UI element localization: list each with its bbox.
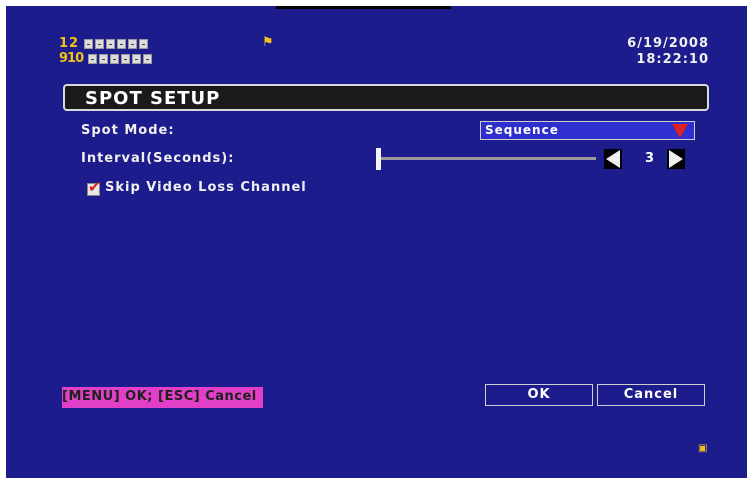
channel-14-icon: [121, 53, 131, 64]
channel-numbers-row1: 12: [59, 36, 80, 51]
dropdown-arrow-icon[interactable]: [672, 124, 688, 138]
key-hint: [MENU] OK; [ESC] Cancel: [62, 387, 263, 408]
channel-12-icon: [99, 53, 109, 64]
cancel-button[interactable]: Cancel: [597, 384, 705, 406]
channel-row-1: 12: [59, 36, 149, 51]
dialog-title-bar: SPOT SETUP: [63, 84, 709, 111]
spot-mode-select[interactable]: Sequence: [480, 121, 695, 140]
interval-slider-track[interactable]: [378, 157, 596, 160]
channel-3-icon: [84, 38, 94, 49]
channel-5-icon: [106, 38, 116, 49]
interval-label: Interval(Seconds):: [81, 151, 235, 166]
dvr-screen: 12 910 ⚑ 6/19/2008 18:22:10 SPOT SETUP S…: [6, 6, 747, 478]
channel-6-icon: [117, 38, 127, 49]
channel-numbers-row2: 910: [59, 51, 84, 66]
channel-7-icon: [128, 38, 138, 49]
interval-slider-handle[interactable]: [376, 148, 381, 170]
skip-video-loss-label: Skip Video Loss Channel: [105, 180, 307, 195]
channel-4-icon: [95, 38, 105, 49]
channel-11-icon: [88, 53, 98, 64]
channel-16-icon: [143, 53, 153, 64]
alarm-flag-icon: ⚑: [262, 35, 274, 50]
spot-mode-label: Spot Mode:: [81, 123, 175, 138]
hdd-status-icon: ▣: [698, 443, 708, 454]
left-arrow-icon[interactable]: [606, 150, 620, 168]
skip-video-loss-checkbox[interactable]: ✔: [87, 178, 101, 196]
channel-13-icon: [110, 53, 120, 64]
ok-button[interactable]: OK: [485, 384, 593, 406]
channel-8-icon: [139, 38, 149, 49]
dialog-title: SPOT SETUP: [85, 88, 221, 109]
interval-value: 3: [645, 151, 655, 166]
channel-15-icon: [132, 53, 142, 64]
channel-row-2: 910: [59, 51, 153, 66]
right-arrow-icon[interactable]: [669, 150, 683, 168]
spot-mode-value: Sequence: [485, 123, 559, 137]
top-divider: [276, 6, 451, 9]
checkmark-icon: ✔: [88, 178, 101, 196]
date-display: 6/19/2008: [627, 36, 709, 51]
time-display: 18:22:10: [636, 52, 709, 67]
